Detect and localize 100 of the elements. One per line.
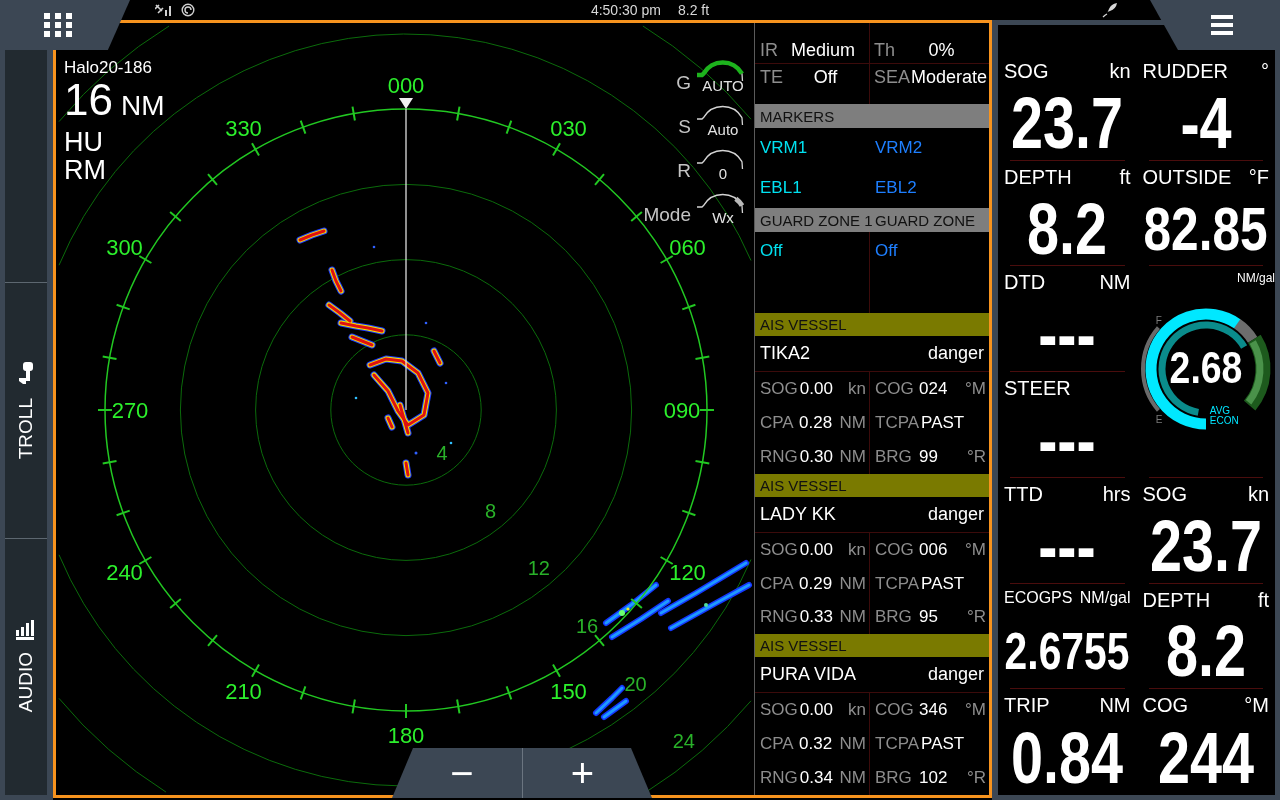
field-unit: NM bbox=[839, 412, 866, 433]
bearing-label: 270 bbox=[111, 397, 149, 423]
control-label: G bbox=[676, 72, 691, 94]
field-label: CPA bbox=[760, 573, 795, 594]
range-label: 4 bbox=[436, 442, 448, 465]
marker-toggle[interactable]: VRM2 bbox=[870, 138, 923, 158]
vessel-name: PURA VIDA bbox=[760, 664, 857, 686]
dial-track[interactable] bbox=[696, 148, 744, 170]
bearing-label: 000 bbox=[387, 72, 425, 98]
readout-label: ECOGPS bbox=[1004, 588, 1073, 607]
readout-label: DTD bbox=[1004, 271, 1046, 295]
field-label: BRG bbox=[875, 768, 913, 789]
readout-label: STEER bbox=[1004, 377, 1071, 401]
guard-zone-title: GUARD ZONE bbox=[874, 211, 976, 229]
bearing-label: 180 bbox=[387, 722, 425, 748]
field-value: 006 bbox=[918, 539, 949, 560]
setting-label: TE bbox=[760, 67, 783, 88]
guard-zone-value[interactable]: Off bbox=[760, 241, 783, 260]
field-unit: kn bbox=[848, 700, 866, 721]
vessel-name: TIKA2 bbox=[760, 343, 811, 364]
clock-time: 4:50:30 pm bbox=[590, 1, 661, 19]
field-unit: °R bbox=[966, 446, 986, 467]
field-unit: kn bbox=[848, 378, 866, 399]
gauge-caption: AVG ECON bbox=[1209, 406, 1240, 427]
guard-zone-title: GUARD ZONE 1 bbox=[759, 211, 870, 229]
readout-unit: hrs bbox=[1102, 482, 1131, 506]
field-label: BRG bbox=[875, 607, 913, 628]
sidebar-button[interactable]: TROLL bbox=[5, 282, 47, 538]
field-value: 0.32 bbox=[798, 734, 834, 755]
guard-zone-value[interactable]: Off bbox=[875, 241, 898, 260]
field-unit: °R bbox=[966, 607, 986, 628]
range-label: 16 bbox=[575, 614, 599, 637]
control-value: AUTO bbox=[701, 78, 744, 94]
readout-label: COG bbox=[1142, 694, 1189, 718]
range-label: 12 bbox=[527, 557, 550, 580]
readout-value: -4 bbox=[1180, 86, 1232, 159]
readout-value: 23.7 bbox=[1011, 86, 1124, 159]
readout-value: --- bbox=[1038, 404, 1097, 476]
marker-toggle[interactable]: EBL2 bbox=[870, 178, 917, 198]
readout-unit: ° bbox=[1261, 60, 1269, 83]
section-header: MARKERS bbox=[755, 104, 989, 128]
bearing-label: 210 bbox=[225, 679, 262, 704]
apps-button[interactable] bbox=[0, 0, 130, 50]
section-header: AIS VESSEL bbox=[755, 634, 989, 658]
readout-unit: NM bbox=[1099, 271, 1131, 295]
field-value: 0.00 bbox=[798, 700, 834, 721]
bearing-label: 300 bbox=[106, 235, 143, 260]
field-value: 0.30 bbox=[798, 446, 834, 467]
section-header: AIS VESSEL bbox=[755, 473, 989, 497]
field-label: TCPA bbox=[875, 412, 920, 433]
field-unit: NM bbox=[839, 734, 866, 755]
readout-value: 8.2 bbox=[1027, 192, 1108, 265]
field-label: SOG bbox=[760, 539, 798, 560]
field-unit: NM bbox=[839, 607, 866, 628]
vessel-status: danger bbox=[927, 343, 984, 364]
field-value: PAST bbox=[920, 573, 966, 594]
readout-label: OUTSIDE bbox=[1142, 165, 1232, 189]
marker-toggle[interactable]: EBL1 bbox=[755, 178, 802, 198]
readout-value: 2.6755 bbox=[1004, 625, 1130, 677]
readout-unit: NM/gal bbox=[1079, 588, 1131, 607]
field-value: 95 bbox=[918, 607, 939, 628]
readout-unit: ft bbox=[1257, 588, 1269, 612]
field-unit: °M bbox=[965, 539, 986, 560]
readout-unit: °M bbox=[1244, 694, 1269, 718]
readout-label: DEPTH bbox=[1142, 588, 1211, 612]
range-label: 24 bbox=[672, 730, 695, 753]
field-label: BRG bbox=[875, 446, 913, 467]
readout-value: 23.7 bbox=[1149, 509, 1262, 582]
setting-value: Medium bbox=[790, 39, 856, 61]
control-value: Auto bbox=[706, 122, 739, 138]
gauge-value: 2.68 bbox=[1169, 346, 1243, 391]
dial-track[interactable] bbox=[696, 192, 744, 214]
sidebar-button[interactable]: AUDIO bbox=[5, 538, 47, 794]
field-label: SOG bbox=[760, 378, 798, 399]
readout-unit: kn bbox=[1247, 482, 1269, 506]
zoom-out-button[interactable]: − bbox=[392, 748, 522, 798]
menu-icon bbox=[1211, 15, 1233, 35]
motion-mode: RM bbox=[64, 156, 106, 184]
readout-value: 0.84 bbox=[1011, 721, 1124, 794]
setting-value: Moderate bbox=[910, 67, 988, 88]
field-value: 0.29 bbox=[798, 573, 834, 594]
field-value: 102 bbox=[918, 768, 949, 789]
radar-source: Halo20-186 bbox=[64, 58, 152, 78]
field-unit: NM bbox=[839, 446, 866, 467]
marker-toggle[interactable]: VRM1 bbox=[755, 138, 808, 158]
field-unit: °M bbox=[965, 700, 986, 721]
control-label: R bbox=[677, 160, 691, 182]
equalizer-icon bbox=[16, 620, 36, 641]
dial-track[interactable] bbox=[696, 104, 744, 126]
bearing-label: 090 bbox=[663, 397, 701, 423]
satellite-signal-icon bbox=[155, 4, 173, 16]
zoom-in-button[interactable]: + bbox=[522, 748, 652, 798]
readout-unit: °F bbox=[1248, 165, 1269, 189]
vessel-name: LADY KK bbox=[760, 503, 836, 525]
field-unit: kn bbox=[848, 539, 866, 560]
menu-button[interactable] bbox=[1150, 0, 1280, 50]
field-unit: NM bbox=[839, 768, 866, 789]
setting-value: 0% bbox=[927, 39, 956, 61]
readout-unit: ft bbox=[1119, 165, 1131, 189]
control-value: Wx bbox=[711, 210, 734, 226]
